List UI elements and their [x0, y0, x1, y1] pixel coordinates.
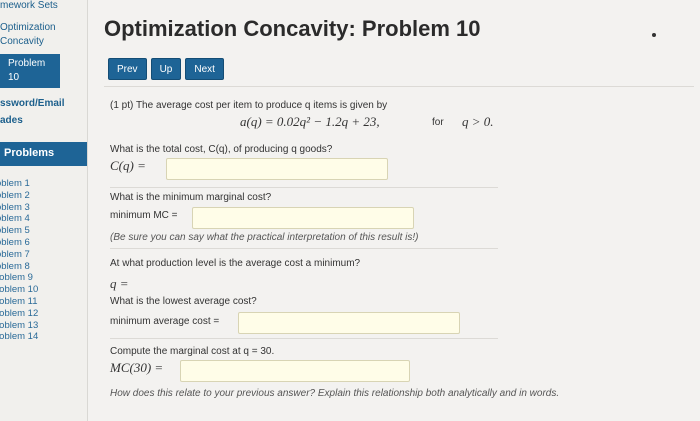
mc30-label: MC(30) =	[110, 360, 164, 375]
domain-condition: q > 0.	[462, 114, 494, 129]
total-cost-input[interactable]	[166, 158, 388, 180]
sidebar-link-password-email[interactable]: ssword/Email	[0, 98, 64, 109]
total-cost-label: C(q) =	[110, 158, 146, 173]
sidebar-problem-item[interactable]: roblem 12	[0, 308, 87, 320]
sidebar-problem-item[interactable]: oblem 4	[0, 213, 87, 225]
interpretation-note: (Be sure you can say what the practical …	[110, 232, 419, 243]
sidebar-link-set[interactable]: Optimization	[0, 22, 56, 33]
sidebar-problems-header: Problems	[0, 142, 87, 166]
sidebar-problem-list: oblem 1 oblem 2 oblem 3 oblem 4 oblem 5 …	[0, 178, 87, 343]
sidebar-problem-item[interactable]: roblem 13	[0, 320, 87, 332]
decorative-dot	[652, 33, 656, 37]
min-average-cost-input[interactable]	[238, 312, 460, 334]
sidebar-problem-item[interactable]: roblem 10	[0, 284, 87, 296]
min-mc-input[interactable]	[192, 207, 414, 229]
page-title: Optimization Concavity: Problem 10	[104, 16, 481, 41]
for-text: for	[432, 117, 444, 128]
question-min-production-level: At what production level is the average …	[110, 258, 361, 269]
divider	[110, 248, 498, 249]
cost-formula: a(q) = 0.02q² − 1.2q + 23,	[240, 114, 380, 129]
sidebar-link-homework-sets[interactable]: mework Sets	[0, 0, 58, 11]
up-button[interactable]: Up	[150, 58, 182, 80]
question-lowest-average-cost: What is the lowest average cost?	[110, 296, 257, 307]
sidebar-problem-item[interactable]: roblem 9	[0, 272, 87, 284]
next-button[interactable]: Next	[185, 58, 224, 80]
q-label: q =	[110, 276, 129, 291]
sidebar-problem-item[interactable]: oblem 1	[0, 178, 87, 190]
min-average-cost-label: minimum average cost =	[110, 316, 220, 327]
sidebar-link-grades[interactable]: ades	[0, 115, 23, 126]
sidebar-link-set-sub[interactable]: Concavity	[0, 36, 44, 47]
sidebar-problem-item[interactable]: oblem 6	[0, 237, 87, 249]
question-total-cost: What is the total cost, C(q), of produci…	[110, 144, 333, 155]
question-min-marginal-cost: What is the minimum marginal cost?	[110, 192, 272, 203]
sidebar-problem-item[interactable]: roblem 14	[0, 331, 87, 343]
problem-intro: (1 pt) The average cost per item to prod…	[110, 100, 388, 111]
min-mc-label: minimum MC =	[110, 210, 178, 221]
main-content: Optimization Concavity: Problem 10 Prev …	[90, 0, 700, 421]
sidebar-problem-item[interactable]: oblem 3	[0, 202, 87, 214]
sidebar: mework Sets Optimization Concavity Probl…	[0, 0, 88, 421]
prev-button[interactable]: Prev	[108, 58, 147, 80]
sidebar-current-problem-number: 10	[8, 72, 20, 83]
sidebar-problem-item[interactable]: oblem 7	[0, 249, 87, 261]
relationship-note: How does this relate to your previous an…	[110, 388, 560, 399]
divider	[110, 187, 498, 188]
sidebar-problem-item[interactable]: oblem 2	[0, 190, 87, 202]
sidebar-problem-item[interactable]: oblem 8	[0, 261, 87, 273]
sidebar-problem-item[interactable]: roblem 11	[0, 296, 87, 308]
mc30-input[interactable]	[180, 360, 410, 382]
question-marginal-cost-at-30: Compute the marginal cost at q = 30.	[110, 346, 275, 357]
divider	[110, 338, 498, 339]
sidebar-current-problem[interactable]: Problem 10	[0, 54, 60, 88]
sidebar-current-problem-label: Problem	[8, 58, 46, 69]
divider	[104, 86, 694, 87]
sidebar-problem-item[interactable]: oblem 5	[0, 225, 87, 237]
navigation-buttons: Prev Up Next	[108, 58, 224, 80]
